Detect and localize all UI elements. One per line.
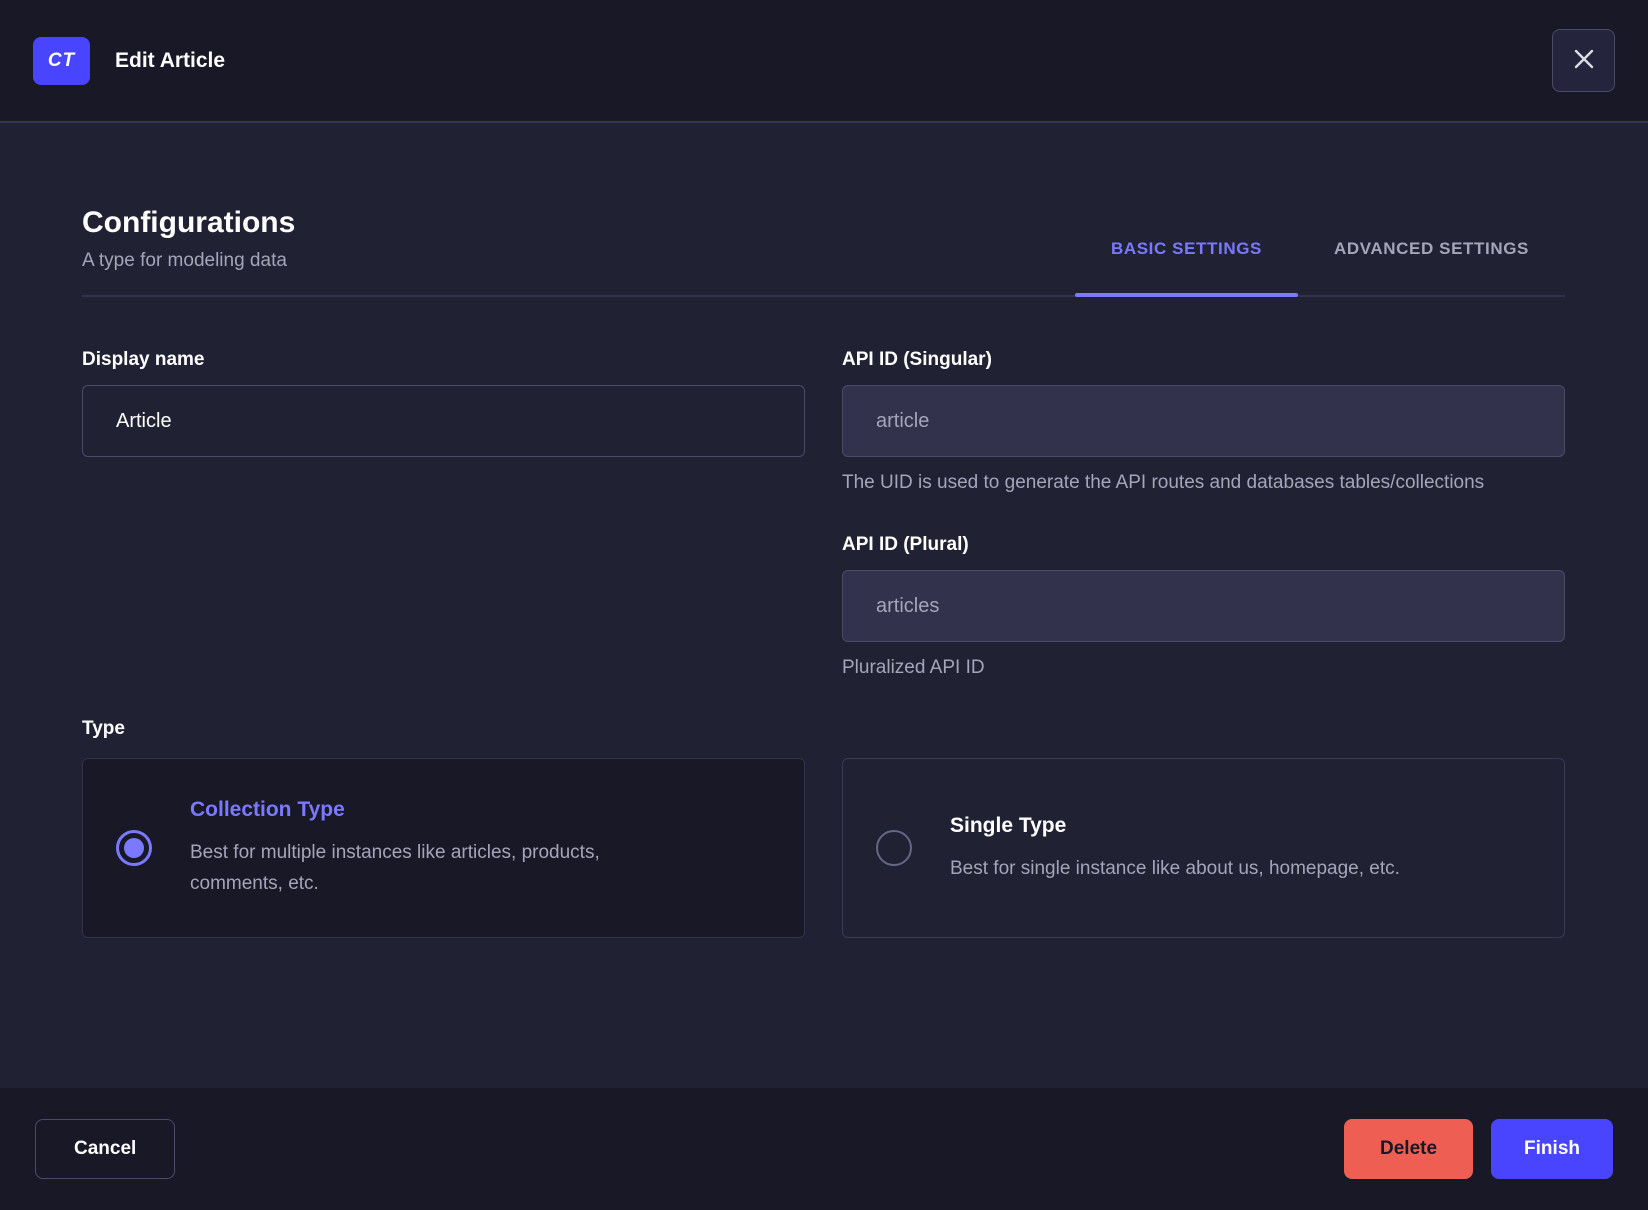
single-type-text: Single Type Best for single instance lik… <box>950 813 1400 884</box>
collection-type-radio[interactable] <box>116 830 152 866</box>
page-title: Configurations <box>82 206 296 239</box>
configuration-form: Display name API ID (Singular) The UID i… <box>82 348 1565 681</box>
close-icon <box>1571 46 1597 75</box>
settings-tabs: BASIC SETTINGS ADVANCED SETTINGS <box>1074 239 1565 297</box>
close-button[interactable] <box>1552 29 1615 92</box>
finish-button[interactable]: Finish <box>1491 1119 1613 1179</box>
modal-header: CT Edit Article <box>0 0 1648 123</box>
collection-type-title: Collection Type <box>190 798 345 821</box>
cancel-button[interactable]: Cancel <box>35 1119 176 1179</box>
api-id-singular-input <box>842 385 1565 457</box>
api-id-plural-helper: Pluralized API ID <box>842 657 985 678</box>
api-id-singular-helper: The UID is used to generate the API rout… <box>842 472 1485 493</box>
type-label: Type <box>82 718 125 739</box>
single-type-description: Best for single instance like about us, … <box>950 857 1400 879</box>
single-type-title: Single Type <box>950 813 1067 837</box>
type-options: Collection Type Best for multiple instan… <box>82 758 1565 938</box>
modal-footer: Cancel Delete Finish <box>0 1088 1648 1210</box>
single-type-card[interactable]: Single Type Best for single instance lik… <box>842 758 1565 938</box>
modal-title: Edit Article <box>115 48 226 72</box>
page-subtitle: A type for modeling data <box>82 250 287 271</box>
api-id-plural-input <box>842 570 1565 642</box>
modal-body: Configurations A type for modeling data … <box>0 123 1648 1088</box>
delete-button[interactable]: Delete <box>1344 1119 1474 1179</box>
display-name-input[interactable] <box>82 385 805 457</box>
api-id-singular-label: API ID (Singular) <box>842 349 992 370</box>
collection-type-description: Best for multiple instances like article… <box>190 842 600 894</box>
api-id-plural-field: API ID (Plural) Pluralized API ID <box>842 533 1565 681</box>
content-type-badge: CT <box>33 36 90 85</box>
api-id-plural-label: API ID (Plural) <box>842 534 969 555</box>
api-id-singular-field: API ID (Singular) The UID is used to gen… <box>842 348 1565 496</box>
display-name-label: Display name <box>82 349 205 370</box>
display-name-field: Display name <box>82 348 805 496</box>
section-header: Configurations A type for modeling data … <box>82 205 1565 297</box>
tab-advanced-settings[interactable]: ADVANCED SETTINGS <box>1298 239 1565 295</box>
collection-type-card[interactable]: Collection Type Best for multiple instan… <box>82 758 805 938</box>
section-header-text: Configurations A type for modeling data <box>82 205 295 295</box>
single-type-radio[interactable] <box>876 830 912 866</box>
collection-type-text: Collection Type Best for multiple instan… <box>190 797 680 899</box>
content-type-badge-label: CT <box>47 49 76 71</box>
tab-basic-settings[interactable]: BASIC SETTINGS <box>1074 239 1299 297</box>
